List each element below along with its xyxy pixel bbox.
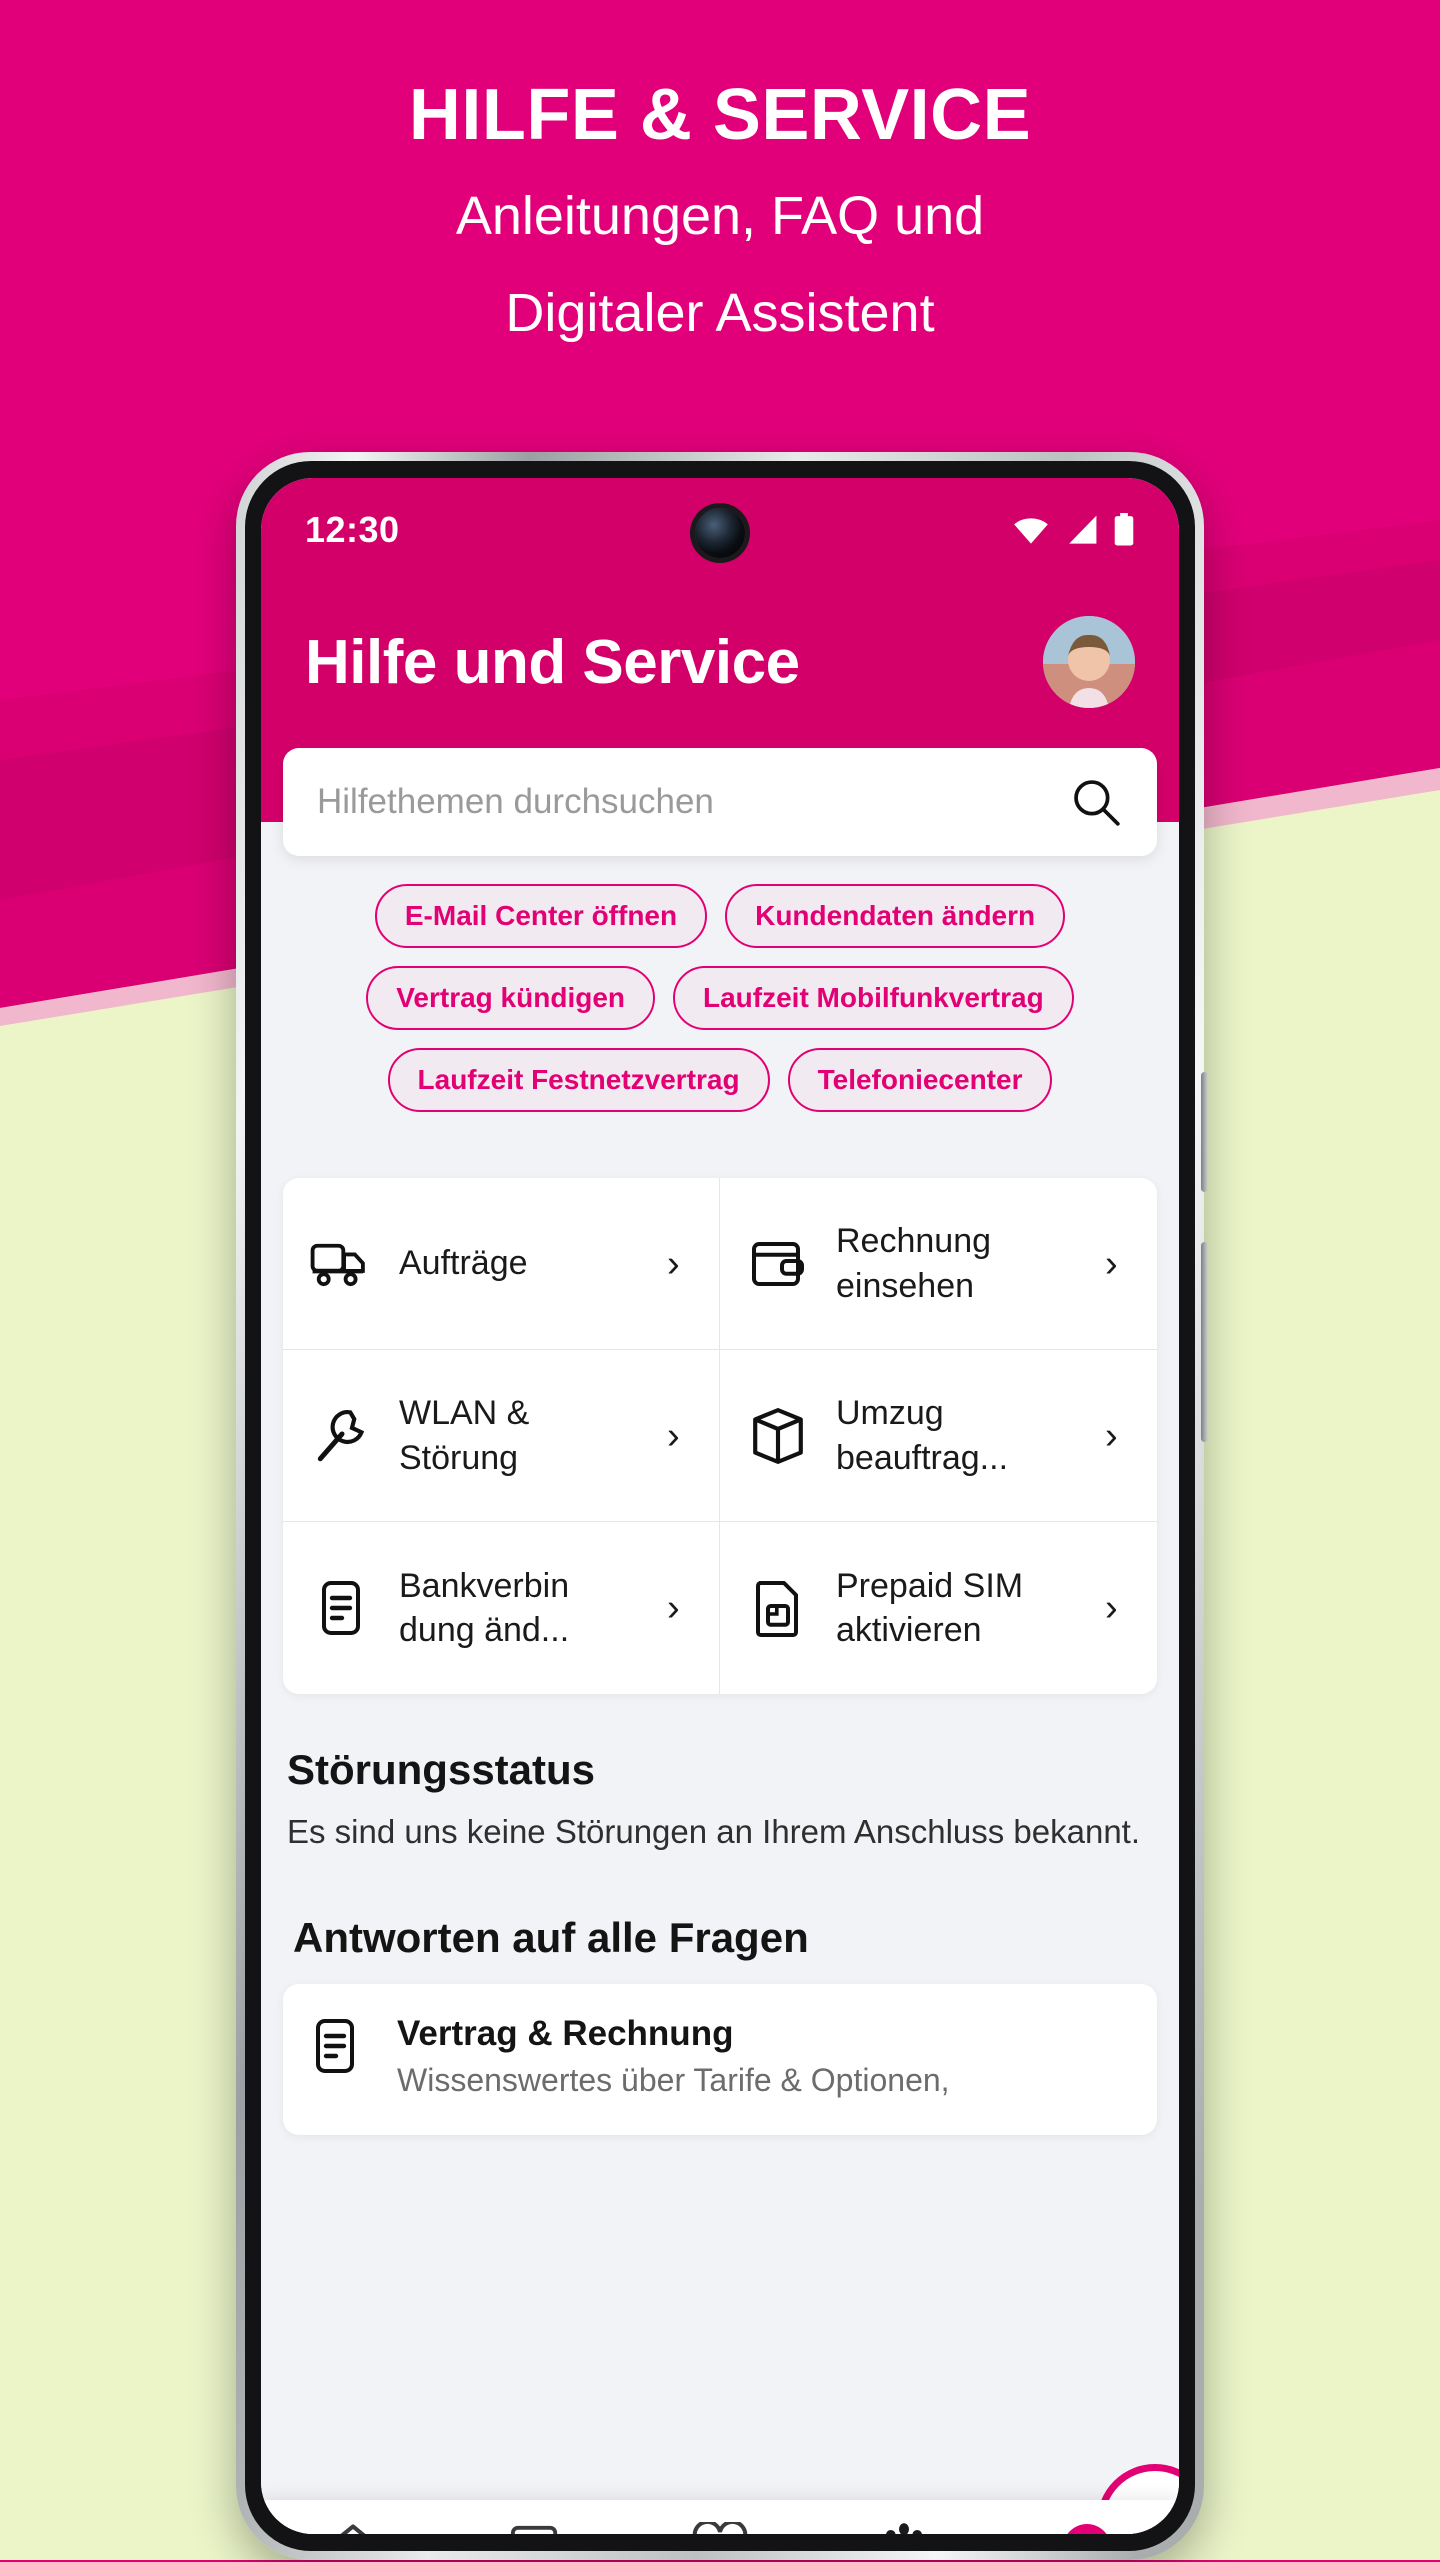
promo-title: HILFE & SERVICE — [408, 75, 1032, 155]
tile-wlan-stoerung[interactable]: WLAN & Störung › — [283, 1350, 720, 1522]
promo-subtitle-line2: Digitaler Assistent — [505, 282, 935, 343]
chevron-right-icon: › — [667, 1587, 680, 1629]
tile-label: Rechnung einsehen — [836, 1222, 992, 1305]
wallet-icon — [746, 1238, 810, 1290]
bottom-navigation: Start Zahlungen — [261, 2500, 1179, 2534]
ai-dots-icon — [885, 2523, 922, 2534]
svg-text:?: ? — [1077, 2531, 1097, 2534]
tile-label: Prepaid SIM aktivieren — [836, 1566, 1024, 1649]
nav-item-moments[interactable]: Moments — [628, 2522, 812, 2534]
promo-block: HILFE & SERVICE Anleitungen, FAQ und Dig… — [0, 0, 1440, 348]
nav-item-start[interactable]: Start — [261, 2522, 445, 2534]
home-icon — [340, 2524, 366, 2534]
chip-laufzeit-mobilfunk[interactable]: Laufzeit Mobilfunkvertrag — [673, 966, 1074, 1030]
status-bar-time: 12:30 — [305, 509, 400, 550]
avatar[interactable] — [1043, 616, 1135, 708]
promo-subtitle-line1: Anleitungen, FAQ und — [455, 185, 985, 246]
quick-action-chips: E-Mail Center öffnen Kundendaten ändern … — [261, 856, 1179, 1122]
sim-card-icon — [746, 1579, 810, 1637]
tile-umzug-beauftragen[interactable]: Umzug beauftrag... › — [720, 1350, 1157, 1522]
app-header: Hilfe und Service — [261, 582, 1179, 748]
cellular-signal-icon — [1069, 515, 1097, 544]
question-mark-icon: ? — [1067, 2524, 1107, 2534]
avatar-photo — [1043, 616, 1135, 708]
service-tile-grid: Aufträge › Rechnung einsehen › WLAN & St… — [283, 1178, 1157, 1694]
chevron-right-icon: › — [1105, 1242, 1118, 1285]
chevron-right-icon: › — [1105, 1414, 1118, 1457]
page-title: Hilfe und Service — [305, 627, 800, 697]
chevron-right-icon: › — [667, 1414, 680, 1457]
search-icon[interactable] — [1069, 775, 1123, 829]
phone-frame: 12:30 Hilfe und Service Hilfethemen durc… — [236, 452, 1208, 2560]
tile-label: Bankverbin dung änd... — [399, 1566, 570, 1649]
nav-item-zahlungen[interactable]: Zahlungen — [445, 2522, 629, 2534]
box-icon — [746, 1407, 810, 1465]
document-icon — [313, 2014, 371, 2079]
chip-telefoniecenter[interactable]: Telefoniecenter — [787, 1048, 1053, 1112]
tile-prepaid-sim-aktivieren[interactable]: Prepaid SIM aktivieren › — [720, 1522, 1157, 1694]
phone-screen: 12:30 Hilfe und Service Hilfethemen durc… — [261, 478, 1179, 2534]
status-bar: 12:30 — [261, 478, 1179, 582]
tile-bankverbindung-aendern[interactable]: Bankverbin dung änd... › — [283, 1522, 720, 1694]
tile-label: Umzug beauftrag... — [836, 1394, 1009, 1477]
status-bar-icons — [1011, 513, 1135, 547]
chip-vertrag-kuendigen[interactable]: Vertrag kündigen — [366, 966, 655, 1030]
chip-laufzeit-festnetz[interactable]: Laufzeit Festnetzvertrag — [387, 1048, 770, 1112]
phone-side-button-power — [1201, 1242, 1208, 1442]
stoerungsstatus-section: Störungsstatus Es sind uns keine Störung… — [261, 1694, 1179, 1856]
tile-rechnung-einsehen[interactable]: Rechnung einsehen › — [720, 1178, 1157, 1350]
phone-body: 12:30 Hilfe und Service Hilfethemen durc… — [245, 461, 1195, 2551]
chevron-right-icon: › — [667, 1242, 680, 1285]
tile-auftraege[interactable]: Aufträge › — [283, 1178, 720, 1350]
search-input[interactable] — [317, 782, 1069, 822]
phone-side-button-volume — [1201, 1072, 1208, 1192]
truck-icon — [309, 1240, 373, 1288]
chevron-right-icon: › — [1105, 1587, 1118, 1629]
wrench-icon — [309, 1407, 373, 1465]
search-bar[interactable] — [283, 748, 1157, 856]
heart-icon — [692, 2522, 748, 2534]
faq-item-vertrag-rechnung[interactable]: Vertrag & Rechnung Wissenswertes über Ta… — [283, 1983, 1157, 2135]
wallet-icon — [511, 2525, 558, 2534]
stoerungsstatus-text: Es sind uns keine Störungen an Ihrem Ans… — [287, 1813, 1141, 1850]
phone-mockup: 12:30 Hilfe und Service Hilfethemen durc… — [236, 452, 1208, 2562]
document-icon — [309, 1579, 373, 1637]
faq-item-title: Vertrag & Rechnung — [397, 2013, 734, 2053]
chip-email-center[interactable]: E-Mail Center öffnen — [374, 884, 708, 948]
scroll-content[interactable]: E-Mail Center öffnen Kundendaten ändern … — [261, 748, 1179, 2534]
faq-item-subtitle: Wissenswertes über Tarife & Optionen, — [397, 2061, 950, 2098]
nav-item-service[interactable]: ? Service — [995, 2522, 1179, 2534]
nav-item-magenta-ai[interactable]: Magenta AI — [812, 2522, 996, 2534]
battery-icon — [1114, 513, 1134, 546]
chip-kundendaten[interactable]: Kundendaten ändern — [725, 884, 1066, 948]
tile-label: Aufträge — [399, 1244, 528, 1283]
faq-section-title: Antworten auf alle Fragen — [293, 1913, 809, 1961]
wifi-icon — [1014, 518, 1048, 544]
camera-punch-hole — [695, 508, 745, 558]
tile-label: WLAN & Störung — [399, 1394, 530, 1477]
stoerungsstatus-title: Störungsstatus — [287, 1746, 596, 1793]
